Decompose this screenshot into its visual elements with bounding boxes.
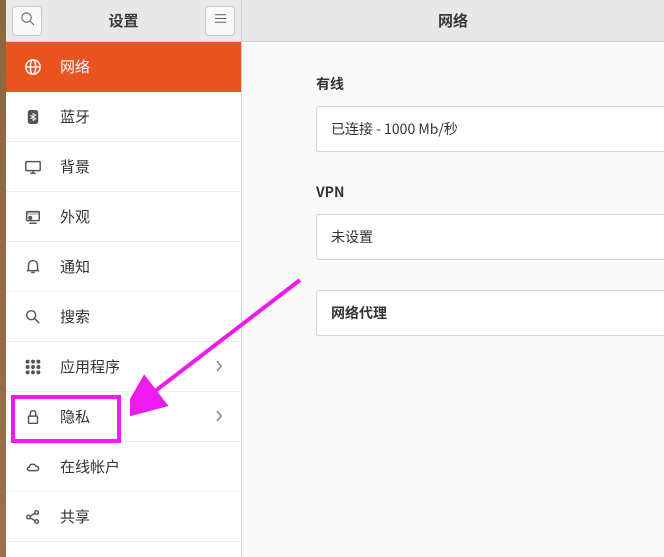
sidebar-item-label: 外观 [60,206,225,227]
main-panel: 网络 有线 已连接 - 1000 Mb/秒 VPN 未设置 网络代理 [242,0,664,557]
search-icon [22,306,44,328]
display-icon [22,156,44,178]
cloud-icon [22,456,44,478]
bluetooth-icon [22,106,44,128]
bell-icon [22,256,44,278]
sidebar-item-label: 共享 [60,506,225,527]
sidebar-item-label: 在线帐户 [60,456,225,477]
wired-status: 已连接 - 1000 Mb/秒 [331,119,458,139]
search-icon [20,11,35,31]
lock-icon [22,406,44,428]
sidebar-title: 设置 [42,10,205,31]
vpn-row[interactable]: 未设置 [316,214,664,260]
appearance-icon [22,206,44,228]
sidebar-item-label: 网络 [60,56,225,77]
wired-row[interactable]: 已连接 - 1000 Mb/秒 [316,106,664,152]
search-button[interactable] [12,6,42,36]
sidebar-item-label: 背景 [60,156,225,177]
sidebar-item-share[interactable]: 共享 [6,492,241,542]
sidebar-item-grid[interactable]: 应用程序 [6,342,241,392]
sidebar-item-lock[interactable]: 隐私 [6,392,241,442]
sidebar-item-bluetooth[interactable]: 蓝牙 [6,92,241,142]
hamburger-button[interactable] [205,6,235,36]
main-content: 有线 已连接 - 1000 Mb/秒 VPN 未设置 网络代理 [242,42,664,336]
globe-icon [22,56,44,78]
proxy-row[interactable]: 网络代理 [316,290,664,336]
wired-heading: 有线 [316,74,664,94]
menu-icon [213,11,228,31]
sidebar-item-label: 搜索 [60,306,225,327]
sidebar-list: 网络蓝牙背景外观通知搜索应用程序隐私在线帐户共享 [6,42,241,557]
vpn-heading: VPN [316,182,664,202]
sidebar-header: 设置 [6,0,241,42]
share-icon [22,506,44,528]
chevron-right-icon [215,357,225,377]
sidebar-item-display[interactable]: 背景 [6,142,241,192]
vpn-status: 未设置 [331,227,373,247]
grid-icon [22,356,44,378]
sidebar-item-search[interactable]: 搜索 [6,292,241,342]
sidebar: 设置 网络蓝牙背景外观通知搜索应用程序隐私在线帐户共享 [6,0,242,557]
chevron-right-icon [215,407,225,427]
sidebar-item-label: 隐私 [60,406,215,427]
sidebar-item-bell[interactable]: 通知 [6,242,241,292]
sidebar-item-label: 应用程序 [60,356,215,377]
sidebar-item-label: 通知 [60,256,225,277]
sidebar-item-label: 蓝牙 [60,106,225,127]
sidebar-item-appearance[interactable]: 外观 [6,192,241,242]
main-title: 网络 [242,0,664,42]
sidebar-item-globe[interactable]: 网络 [6,42,241,92]
proxy-heading: 网络代理 [331,303,387,323]
sidebar-item-cloud[interactable]: 在线帐户 [6,442,241,492]
